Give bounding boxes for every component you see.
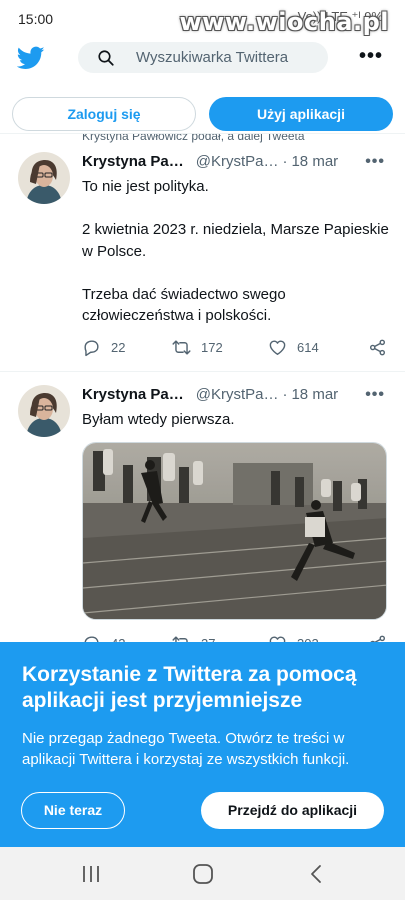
twitter-bird-icon[interactable] [17,44,45,72]
tweet-header: Krystyna Pa… @KrystPa… · 18 mar [82,153,391,173]
tweet[interactable]: Krystyna Pa… @KrystPa… · 18 mar ••• Byłam w… [0,373,405,653]
separator-dot: · [282,153,288,170]
share-icon [369,339,386,356]
tweet-more-icon[interactable]: ••• [365,153,385,171]
share-button[interactable] [368,338,387,357]
more-options-icon[interactable]: ••• [359,46,383,66]
search-box[interactable]: Wyszukiwarka Twittera [78,42,328,73]
author-handle[interactable]: @KrystPa… [196,153,279,170]
go-to-app-button[interactable]: Przejdź do aplikacji [201,792,384,829]
like-button[interactable]: 614 [268,338,319,357]
author-name[interactable]: Krystyna Pa… [82,153,184,170]
avatar[interactable] [18,152,70,204]
open-app-prompt: Korzystanie z Twittera za pomocą aplikac… [0,642,405,847]
prompt-description: Nie przegap żadnego Tweeta. Otwórz te tr… [22,730,350,768]
author-handle[interactable]: @KrystPa… [196,386,279,403]
watermark: www.wiocha.pl [179,8,389,36]
home-icon[interactable] [191,863,215,885]
login-button[interactable]: Zaloguj się [12,97,196,131]
tweet[interactable]: Krystyna Pa… @KrystPa… · 18 mar ••• To nie … [0,140,405,372]
retweet-count: 172 [201,340,223,355]
not-now-button[interactable]: Nie teraz [21,792,125,829]
retweet-icon [172,340,191,355]
use-app-button[interactable]: Użyj aplikacji [209,97,393,131]
auth-bar: Zaloguj się Użyj aplikacji [0,82,405,134]
like-count: 614 [297,340,319,355]
tweet-actions: 22 172 614 [82,338,389,360]
system-nav-bar [0,847,405,900]
search-icon [98,50,114,66]
reply-button[interactable]: 22 [82,338,125,357]
tweet-text: To nie jest polityka. 2 kwietnia 2023 r.… [82,176,389,348]
avatar[interactable] [18,385,70,437]
separator-dot: · [282,386,288,403]
prompt-title: Korzystanie z Twittera za pomocą aplikac… [22,663,357,712]
status-time: 15:00 [18,11,54,27]
retweet-button[interactable]: 172 [172,338,223,357]
recent-apps-icon[interactable] [79,863,103,885]
tweet-header: Krystyna Pa… @KrystPa… · 18 mar [82,386,391,406]
tweet-paragraph: To nie jest polityka. [82,178,209,195]
reply-icon [84,340,99,357]
back-icon[interactable] [305,863,329,885]
tweet-paragraph: Byłam wtedy pierwsza. [82,411,235,428]
author-name[interactable]: Krystyna Pa… [82,386,184,403]
reply-count: 22 [111,340,126,355]
heart-icon [269,340,286,355]
tweet-photo[interactable] [82,442,387,620]
top-header: Wyszukiwarka Twittera ••• [0,36,405,82]
tweet-paragraph: 2 kwietnia 2023 r. niedziela, Marsze Pap… [82,221,389,260]
tweet-more-icon[interactable]: ••• [365,386,385,404]
tweet-paragraph: Trzeba dać świadectwo swego człowieczeńs… [82,285,286,325]
search-placeholder: Wyszukiwarka Twittera [136,49,289,66]
tweet-date[interactable]: 18 mar [291,386,338,403]
tweet-date[interactable]: 18 mar [291,153,338,170]
